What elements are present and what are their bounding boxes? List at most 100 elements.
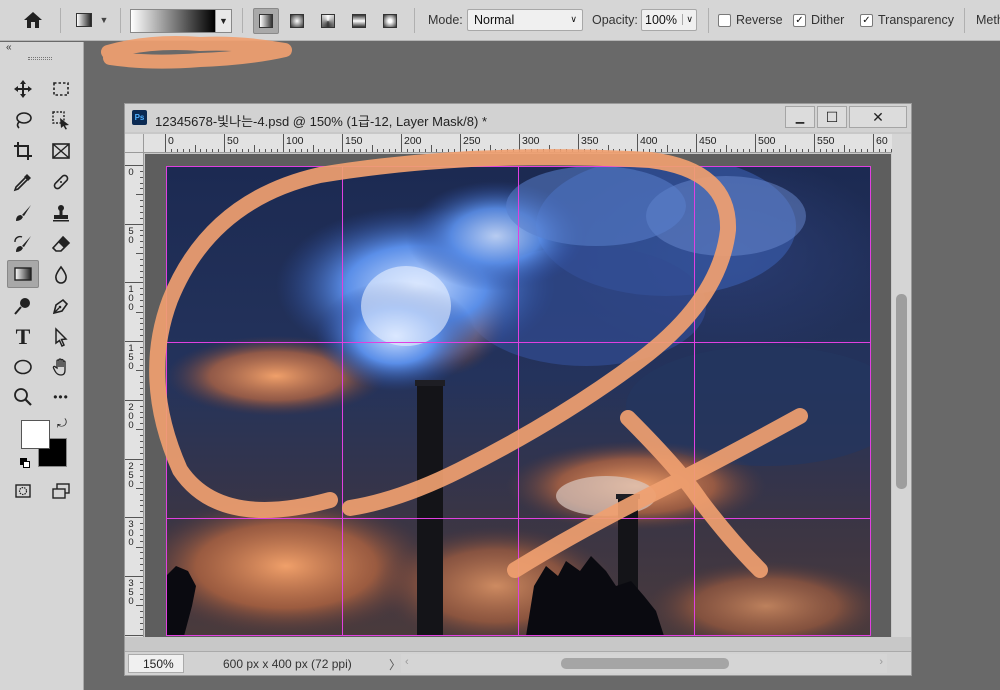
home-button[interactable] [20,8,46,32]
more-tools[interactable]: ••• [47,384,75,410]
maximize-button[interactable]: ☐ [817,106,847,128]
horizontal-scrollbar[interactable]: ‹ › [401,654,887,673]
chevron-down-icon: ▼ [215,10,231,32]
ruler-minor-tick [589,149,591,152]
screen-mode-button[interactable] [47,478,75,504]
hand-tool[interactable] [47,354,75,380]
healing-tool[interactable] [47,169,75,195]
horizontal-ruler[interactable]: 0 50 100 150 200 250 300 350 400 450 500 550 60 [144,134,892,153]
ruler-minor-tick [136,311,143,313]
quick-mask-button[interactable] [9,478,37,504]
vertical-ruler[interactable]: 0501001502002503003504 [125,153,144,637]
brush-tool[interactable] [9,200,37,226]
foreground-color-swatch[interactable] [21,420,50,449]
ellipse-tool[interactable] [9,354,37,380]
ruler-minor-tick [140,564,143,566]
tool-preset-picker[interactable]: ▼ [70,9,114,31]
ruler-label: 450 [699,135,717,147]
dither-checkbox[interactable]: ✓ [793,14,806,27]
ruler-minor-tick [707,149,709,152]
ruler-origin[interactable] [125,134,144,153]
panel-grip[interactable] [28,57,52,60]
ruler-minor-tick [389,149,391,152]
scroll-right-icon[interactable]: › [879,656,883,668]
ruler-minor-tick [140,211,143,213]
ruler-minor-tick [330,149,332,152]
ruler-minor-tick [140,382,143,384]
radial-gradient-button[interactable] [284,8,310,34]
eyedropper-tool[interactable] [9,169,37,195]
reflected-gradient-button[interactable] [346,8,372,34]
blur-tool[interactable] [47,262,75,288]
lasso-tool[interactable] [9,107,37,133]
swap-colors-icon[interactable]: ⤾ [57,416,67,431]
ruler-minor-tick [448,149,450,152]
dodge-tool[interactable] [9,293,37,319]
method-label: Meth [976,13,1000,27]
ruler-minor-tick [136,429,143,431]
status-menu-arrow[interactable]: 〉 [389,656,401,673]
screen-mode-icon [52,483,70,499]
ruler-tick [125,517,143,519]
diamond-gradient-button[interactable] [377,8,403,34]
ruler-minor-tick [336,149,338,152]
canvas-area[interactable] [145,154,891,637]
close-button[interactable]: ✕ [849,106,907,128]
object-select-tool[interactable] [47,107,75,133]
ruler-minor-tick [672,149,674,152]
ruler-minor-tick [631,149,633,152]
minimize-button[interactable]: ▁ [785,106,815,128]
collapse-panel-button[interactable]: « [6,42,12,53]
frame-tool[interactable] [47,138,75,164]
linear-gradient-button[interactable] [253,8,279,34]
ruler-minor-tick [648,149,650,152]
ruler-minor-tick [831,149,833,152]
ruler-minor-tick [690,149,692,152]
crop-tool[interactable] [9,138,37,164]
ruler-minor-tick [861,149,863,152]
type-tool[interactable]: T [9,324,37,350]
reverse-checkbox[interactable] [718,14,731,27]
move-tool[interactable] [9,76,37,102]
eraser-tool[interactable] [47,231,75,257]
ruler-minor-tick [530,149,532,152]
ruler-minor-tick [731,149,733,152]
ruler-minor-tick [140,423,143,425]
history-brush-tool[interactable] [9,231,37,257]
canvas-image[interactable] [166,166,871,636]
ruler-minor-tick [140,376,143,378]
zoom-level-input[interactable]: 150% [128,654,184,673]
vertical-scrollbar[interactable] [892,134,911,637]
path-select-tool[interactable] [47,324,75,350]
ruler-tick [125,165,143,166]
ruler-minor-tick [140,276,143,278]
gradient-tool[interactable] [7,260,39,288]
pen-tool[interactable] [47,293,75,319]
default-colors-icon[interactable] [20,458,30,468]
stamp-tool[interactable] [47,200,75,226]
zoom-tool[interactable] [9,384,37,410]
vertical-scroll-thumb[interactable] [896,294,907,489]
gradient-picker[interactable]: ▼ [130,9,232,33]
marquee-tool[interactable] [47,76,75,102]
ruler-minor-tick [140,258,143,260]
ruler-label: 0 [128,167,134,178]
options-bar: ▼ ▼ Mode: Normal ∨ Opacity: 100% ∨ Rever… [0,0,1000,41]
mode-select[interactable]: Normal ∨ [467,9,583,31]
ruler-minor-tick [796,149,798,152]
photoshop-icon: Ps [132,110,147,125]
eraser-icon [51,235,71,252]
ruler-label: 300 [522,135,540,147]
ruler-minor-tick [140,247,143,249]
document-title-bar[interactable]: Ps 12345678-빛나는-4.psd @ 150% (1급-12, Lay… [125,104,911,132]
ruler-minor-tick [140,446,143,448]
angle-gradient-button[interactable] [315,8,341,34]
scroll-left-icon[interactable]: ‹ [405,656,409,668]
ellipse-icon [14,359,32,375]
frame-icon [52,143,70,159]
transparency-checkbox[interactable]: ✓ [860,14,873,27]
opacity-input[interactable]: 100% ∨ [641,9,697,31]
ruler-minor-tick [229,149,231,152]
maximize-icon: ☐ [825,108,839,125]
horizontal-scroll-thumb[interactable] [561,658,729,669]
